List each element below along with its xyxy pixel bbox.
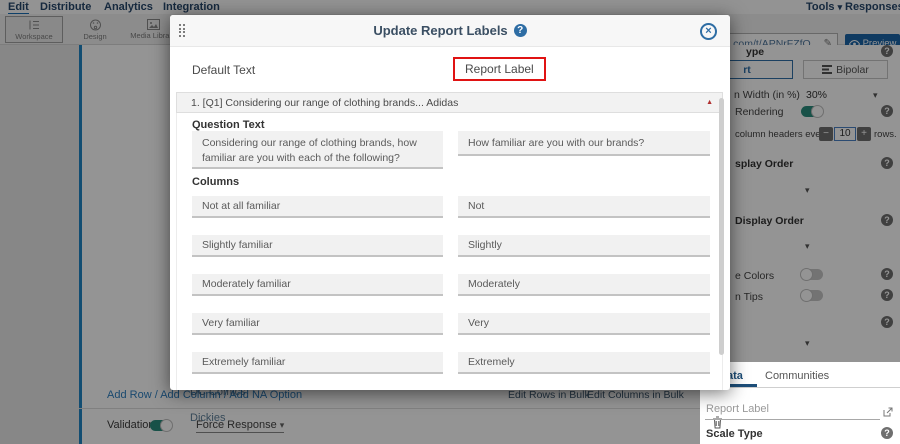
default-text-column-header: Default Text xyxy=(192,63,255,77)
question-accordion-title: 1. [Q1] Considering our range of clothin… xyxy=(177,97,458,109)
question-text-section-label: Question Text xyxy=(192,119,265,131)
divider xyxy=(700,387,900,388)
report-column-field[interactable]: Not xyxy=(458,196,710,218)
collapse-arrow-icon[interactable]: ▲ xyxy=(706,99,713,106)
default-column-field[interactable]: Extremely familiar xyxy=(192,352,443,374)
default-column-field[interactable]: Very familiar xyxy=(192,313,443,335)
modal-scrollbar[interactable] xyxy=(719,98,724,355)
update-report-labels-modal: Update Report Labels ? × Default Text Re… xyxy=(170,15,730,390)
default-column-field[interactable]: Moderately familiar xyxy=(192,274,443,296)
report-column-field[interactable]: Very xyxy=(458,313,710,335)
default-question-text-field[interactable]: Considering our range of clothing brands… xyxy=(192,131,443,169)
report-column-field[interactable]: Extremely xyxy=(458,352,710,374)
tab-communities[interactable]: Communities xyxy=(765,370,829,382)
report-question-text-field[interactable]: How familiar are you with our brands? xyxy=(458,131,710,156)
settings-bottom-panel: ata Communities Report Label Scale Type … xyxy=(700,362,900,444)
app-canvas: Edit Distribute Analytics Integration To… xyxy=(0,0,900,444)
report-column-field[interactable]: Slightly xyxy=(458,235,710,257)
modal-header: Update Report Labels ? × xyxy=(170,15,730,47)
report-label-column-header-highlighted: Report Label xyxy=(453,57,546,81)
help-icon[interactable]: ? xyxy=(514,24,527,37)
close-icon[interactable]: × xyxy=(700,23,717,40)
scale-type-label: Scale Type xyxy=(706,428,763,440)
open-report-labels-button[interactable] xyxy=(883,404,893,422)
question-accordion-header[interactable]: 1. [Q1] Considering our range of clothin… xyxy=(176,92,723,113)
default-column-field[interactable]: Slightly familiar xyxy=(192,235,443,257)
drag-handle-icon[interactable] xyxy=(179,24,185,37)
report-column-field[interactable]: Moderately xyxy=(458,274,710,296)
report-label-input[interactable]: Report Label xyxy=(706,403,769,415)
input-underline xyxy=(705,419,880,420)
help-icon[interactable]: ? xyxy=(881,427,893,439)
default-column-field[interactable]: Not at all familiar xyxy=(192,196,443,218)
columns-section-label: Columns xyxy=(192,176,239,188)
external-link-icon xyxy=(883,407,893,417)
modal-title: Update Report Labels xyxy=(373,23,507,38)
